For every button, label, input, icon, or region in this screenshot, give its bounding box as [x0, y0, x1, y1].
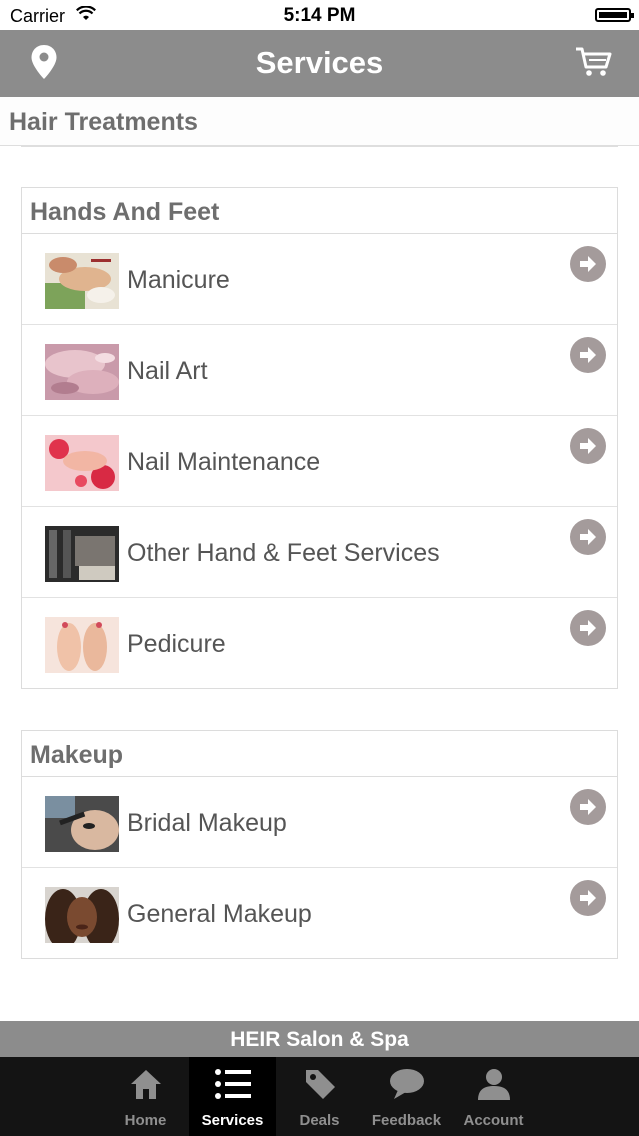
nav-bar: Services [0, 30, 639, 97]
list-item-bridal-makeup[interactable]: Bridal Makeup [22, 777, 617, 868]
list-item-pedicure[interactable]: Pedicure [22, 598, 617, 688]
list-item-label: General Makeup [127, 900, 312, 928]
tab-label: Services [201, 1112, 264, 1129]
list-item-general-makeup[interactable]: General Makeup [22, 868, 617, 958]
tab-label: Deals [299, 1112, 340, 1129]
section-header-hair-treatments[interactable]: Hair Treatments [0, 97, 639, 146]
arrow-right-icon[interactable] [570, 610, 606, 646]
arrow-right-icon[interactable] [570, 519, 606, 555]
page-title: Services [255, 45, 384, 80]
manicure-thumbnail [45, 253, 119, 309]
section-title: Hair Treatments [9, 108, 198, 136]
tab-services[interactable]: Services [189, 1057, 276, 1136]
tab-bar: Home Services Deals Feedback Account [0, 1057, 639, 1136]
clock: 5:14 PM [283, 5, 356, 26]
nail-maintenance-thumbnail [45, 435, 119, 491]
list-item-label: Manicure [127, 266, 230, 294]
general-makeup-thumbnail [45, 887, 119, 949]
arrow-right-icon[interactable] [570, 789, 606, 825]
section-title: Makeup [22, 731, 617, 777]
arrow-right-icon[interactable] [570, 246, 606, 282]
nail-art-thumbnail [45, 344, 119, 400]
tag-icon [305, 1070, 335, 1099]
brand-bar: HEIR Salon & Spa [0, 1021, 639, 1057]
list-item-nail-maintenance[interactable]: Nail Maintenance [22, 416, 617, 507]
list-item-label: Nail Art [127, 357, 208, 385]
section-makeup: Makeup Bridal Makeup General Makeup [21, 730, 618, 959]
battery-icon [595, 8, 634, 22]
arrow-right-icon[interactable] [570, 428, 606, 464]
tab-deals[interactable]: Deals [276, 1057, 363, 1136]
tab-home[interactable]: Home [102, 1057, 189, 1136]
home-icon [130, 1070, 161, 1099]
divider [21, 145, 618, 147]
salon-interior-thumbnail [45, 526, 119, 582]
list-icon [214, 1069, 251, 1099]
tab-label: Account [463, 1112, 524, 1129]
arrow-right-icon[interactable] [570, 880, 606, 916]
status-bar: Carrier 5:14 PM [0, 0, 639, 30]
tab-label: Home [124, 1112, 167, 1129]
list-item-other-hand-feet-services[interactable]: Other Hand & Feet Services [22, 507, 617, 598]
tab-feedback[interactable]: Feedback [363, 1057, 450, 1136]
tab-label: Feedback [371, 1112, 442, 1129]
tab-account[interactable]: Account [450, 1057, 537, 1136]
chat-bubble-icon [389, 1069, 424, 1099]
list-item-label: Pedicure [127, 630, 226, 658]
pedicure-thumbnail [45, 617, 119, 673]
list-item-label: Bridal Makeup [127, 809, 287, 837]
cart-icon[interactable] [575, 46, 613, 83]
list-item-nail-art[interactable]: Nail Art [22, 325, 617, 416]
arrow-right-icon[interactable] [570, 337, 606, 373]
section-hands-and-feet: Hands And Feet Manicure Nail Art Nail Ma… [21, 187, 618, 689]
list-item-label: Other Hand & Feet Services [127, 539, 440, 567]
user-icon [477, 1069, 510, 1100]
bridal-makeup-thumbnail [45, 796, 119, 852]
list-item-label: Nail Maintenance [127, 448, 321, 476]
section-title: Hands And Feet [22, 188, 617, 234]
list-item-manicure[interactable]: Manicure [22, 234, 617, 325]
